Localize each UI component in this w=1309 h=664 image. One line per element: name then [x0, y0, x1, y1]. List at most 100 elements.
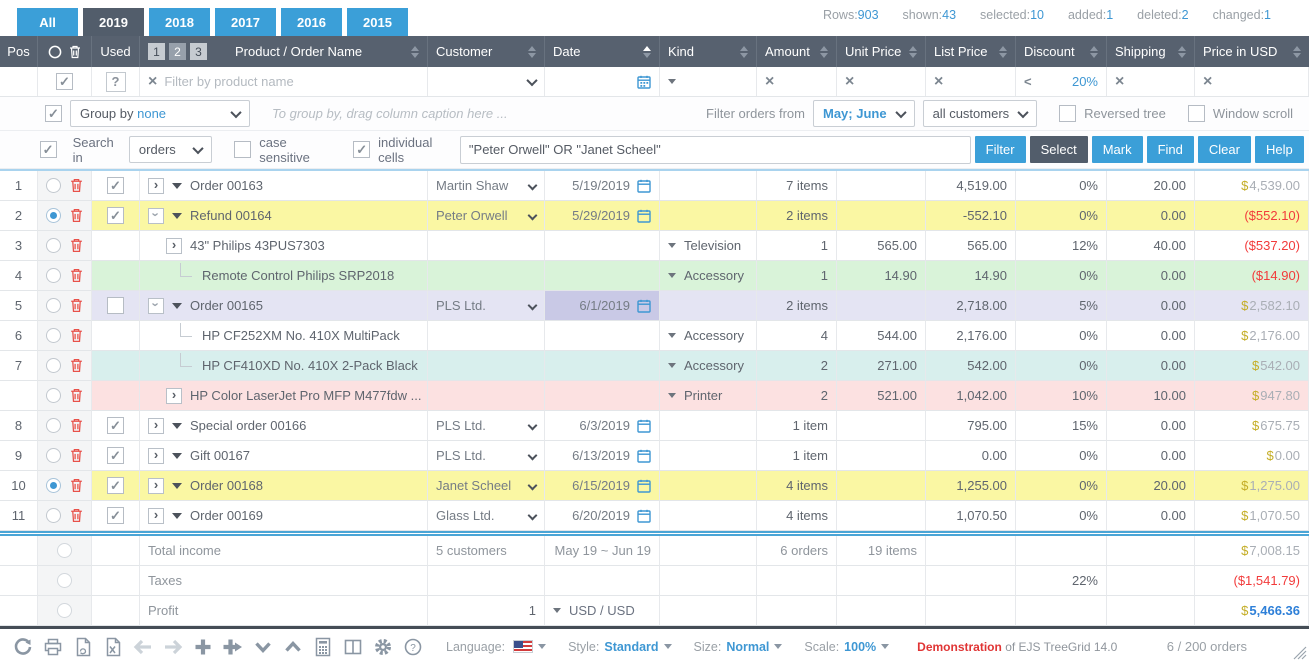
row-radio[interactable] [46, 298, 61, 313]
list-price-cell[interactable]: 4,519.00 [926, 171, 1016, 201]
dropdown-triangle-icon[interactable] [668, 363, 676, 368]
filter-list-price[interactable]: × [926, 67, 1016, 96]
customer-cell[interactable]: Janet Scheel [428, 471, 545, 501]
kind-cell[interactable]: Accessory [660, 261, 757, 291]
name-dropdown-icon[interactable] [172, 303, 182, 309]
list-price-cell[interactable]: 1,070.50 [926, 501, 1016, 531]
price-usd-cell[interactable]: $0.00 [1195, 441, 1309, 471]
customer-cell[interactable] [428, 261, 545, 291]
row-radio[interactable] [46, 358, 61, 373]
trash-icon[interactable] [70, 298, 83, 313]
used-checkbox[interactable] [107, 417, 124, 434]
discount-cell[interactable]: 0% [1016, 201, 1107, 231]
used-cell[interactable] [92, 501, 140, 531]
kind-cell[interactable] [660, 471, 757, 501]
used-cell[interactable] [92, 441, 140, 471]
calendar-icon[interactable] [637, 479, 651, 493]
amount-cell[interactable]: 1 item [757, 411, 837, 441]
trash-icon[interactable] [70, 418, 83, 433]
dropdown-triangle-icon[interactable] [668, 79, 676, 84]
shipping-cell[interactable]: 20.00 [1107, 171, 1195, 201]
find-button[interactable]: Find [1147, 136, 1194, 163]
chevron-down-icon[interactable] [528, 181, 538, 191]
clear-filter-icon[interactable]: × [765, 74, 774, 90]
dropdown-triangle-icon[interactable] [668, 393, 676, 398]
search-input[interactable] [460, 136, 971, 164]
row-radio[interactable] [46, 178, 61, 193]
search-scope-dropdown[interactable]: orders [129, 136, 212, 163]
date-cell-focused[interactable]: 6/1/2019 [545, 291, 660, 321]
chevron-down-icon[interactable] [528, 421, 538, 431]
row-radio[interactable] [46, 328, 61, 343]
collapse-all-icon[interactable] [248, 637, 278, 657]
kind-cell[interactable] [660, 171, 757, 201]
calendar-icon[interactable] [637, 209, 651, 223]
unit-price-cell[interactable]: 14.90 [837, 261, 926, 291]
level-button-3[interactable]: 3 [190, 43, 207, 60]
customer-cell[interactable]: Martin Shaw [428, 171, 545, 201]
shipping-cell[interactable]: 0.00 [1107, 291, 1195, 321]
name-dropdown-icon[interactable] [172, 423, 182, 429]
list-price-cell[interactable]: 2,718.00 [926, 291, 1016, 321]
used-cell[interactable] [92, 351, 140, 381]
trash-icon[interactable] [70, 178, 83, 193]
date-cell[interactable]: 5/19/2019 [545, 171, 660, 201]
list-price-cell[interactable]: 1,255.00 [926, 471, 1016, 501]
expand-icon[interactable] [166, 238, 182, 254]
product-cell[interactable]: Order 00169 [140, 501, 428, 531]
customers-dropdown[interactable]: all customers [923, 100, 1038, 127]
unit-price-cell[interactable]: 521.00 [837, 381, 926, 411]
row-radio[interactable] [46, 208, 61, 223]
amount-cell[interactable]: 4 items [757, 501, 837, 531]
used-checkbox[interactable] [107, 207, 124, 224]
list-price-cell[interactable]: 565.00 [926, 231, 1016, 261]
reversed-tree-checkbox[interactable] [1059, 105, 1076, 122]
unit-price-cell[interactable] [837, 291, 926, 321]
kind-cell[interactable] [660, 501, 757, 531]
unit-price-cell[interactable] [837, 471, 926, 501]
discount-cell[interactable]: 12% [1016, 231, 1107, 261]
list-price-cell[interactable]: 1,042.00 [926, 381, 1016, 411]
expand-icon[interactable] [148, 178, 164, 194]
expand-all-icon[interactable] [278, 637, 308, 657]
calendar-icon[interactable] [637, 509, 651, 523]
col-header-date[interactable]: Date [545, 36, 660, 67]
product-cell[interactable]: Refund 00164 [140, 201, 428, 231]
add-child-icon[interactable] [218, 637, 248, 657]
row-radio[interactable] [46, 238, 61, 253]
shipping-cell[interactable]: 40.00 [1107, 231, 1195, 261]
kind-cell[interactable]: Printer [660, 381, 757, 411]
product-cell[interactable]: Special order 00166 [140, 411, 428, 441]
size-dropdown-icon[interactable] [774, 644, 782, 649]
clear-button[interactable]: Clear [1198, 136, 1251, 163]
shipping-cell[interactable]: 0.00 [1107, 351, 1195, 381]
col-header-shipping[interactable]: Shipping [1107, 36, 1195, 67]
excel-export-icon[interactable] [98, 637, 128, 657]
amount-cell[interactable]: 4 [757, 321, 837, 351]
calendar-icon[interactable] [637, 75, 651, 89]
case-sensitive-checkbox[interactable] [234, 141, 251, 158]
unit-price-cell[interactable] [837, 411, 926, 441]
style-value[interactable]: Standard [604, 640, 658, 654]
trash-icon[interactable] [70, 508, 83, 523]
clear-filter-icon[interactable]: × [845, 74, 854, 90]
price-usd-cell[interactable]: ($537.20) [1195, 231, 1309, 261]
date-cell[interactable] [545, 381, 660, 411]
customer-cell[interactable]: PLS Ltd. [428, 291, 545, 321]
name-dropdown-icon[interactable] [172, 213, 182, 219]
unit-price-cell[interactable] [837, 441, 926, 471]
date-cell[interactable]: 6/3/2019 [545, 411, 660, 441]
shipping-cell[interactable]: 0.00 [1107, 411, 1195, 441]
product-cell[interactable]: Order 00165 [140, 291, 428, 321]
filter-shipping[interactable]: × [1107, 67, 1195, 96]
col-header-discount[interactable]: Discount [1016, 36, 1107, 67]
footer-radio[interactable] [57, 603, 72, 618]
col-header-customer[interactable]: Customer [428, 36, 545, 67]
list-price-cell[interactable]: 0.00 [926, 441, 1016, 471]
discount-cell[interactable]: 0% [1016, 171, 1107, 201]
price-usd-cell[interactable]: $2,582.10 [1195, 291, 1309, 321]
expand-icon[interactable] [148, 508, 164, 524]
product-cell[interactable]: 43" Philips 43PUS7303 [140, 231, 428, 261]
row-radio[interactable] [46, 268, 61, 283]
price-usd-cell[interactable]: $542.00 [1195, 351, 1309, 381]
